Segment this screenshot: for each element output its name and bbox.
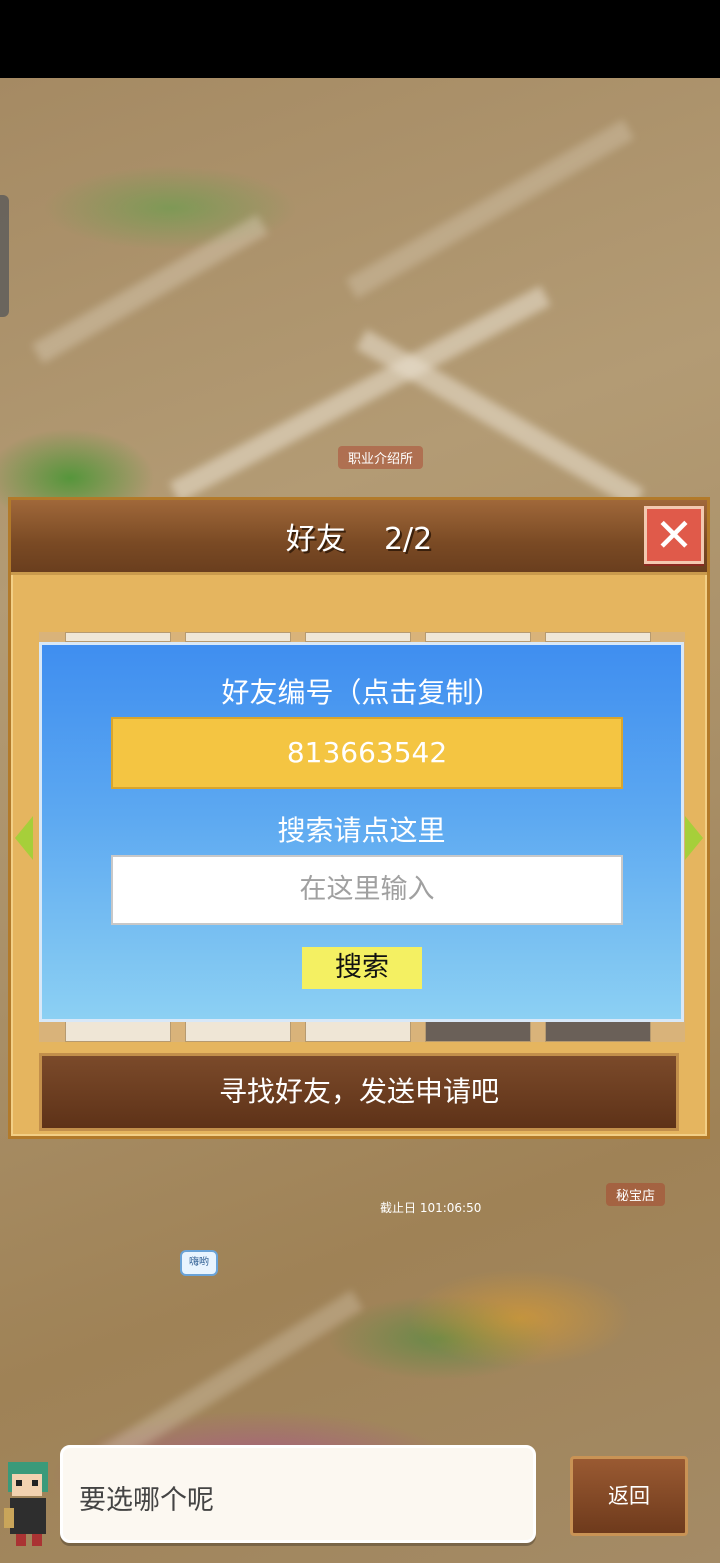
character-avatar: [4, 1462, 48, 1546]
friend-code-label: 好友编号（点击复制）: [221, 676, 502, 709]
search-button[interactable]: 搜索: [302, 947, 422, 989]
friend-slot[interactable]: [545, 632, 651, 642]
friend-slot[interactable]: [185, 632, 291, 642]
friend-slot[interactable]: [185, 1020, 291, 1042]
friend-code-card: 好友编号（点击复制） 813663542 搜索请点这里 在这里输入 搜索: [39, 642, 684, 1022]
dialog-box: 要选哪个呢: [60, 1445, 536, 1543]
map-path: [96, 1290, 364, 1468]
prev-page-arrow-icon[interactable]: [15, 816, 33, 860]
panel-title: 好友 2/2: [11, 514, 707, 558]
side-drawer-handle[interactable]: [0, 195, 9, 317]
friend-code-copy-field[interactable]: 813663542: [111, 717, 623, 789]
friend-slot-empty: [545, 1020, 651, 1042]
friend-slot[interactable]: [425, 632, 531, 642]
map-path: [355, 329, 645, 509]
panel-header: 好友 2/2 ✕: [11, 500, 707, 575]
find-friends-button[interactable]: 寻找好友，发送申请吧: [39, 1053, 679, 1131]
map-path: [169, 285, 551, 503]
back-button[interactable]: 返回: [570, 1456, 688, 1536]
friend-slot[interactable]: [65, 1020, 171, 1042]
friend-count: 2/2: [383, 522, 433, 557]
npc-speech-bubble: 嗨哟: [180, 1250, 218, 1276]
map-label-treasure-shop[interactable]: 秘宝店: [606, 1183, 666, 1206]
dialog-text: 要选哪个呢: [79, 1485, 214, 1516]
friend-slot[interactable]: [305, 1020, 411, 1042]
panel-title-label: 好友: [285, 522, 346, 557]
friend-slot[interactable]: [65, 632, 171, 642]
status-bar: [0, 0, 720, 78]
next-page-arrow-icon[interactable]: [685, 816, 703, 860]
map-path: [31, 214, 269, 364]
close-button[interactable]: ✕: [644, 506, 704, 564]
search-label: 搜索请点这里: [277, 814, 446, 847]
search-input[interactable]: 在这里输入: [111, 855, 623, 925]
close-x-icon: ✕: [654, 508, 694, 562]
map-path: [345, 119, 635, 299]
friend-slot[interactable]: [305, 632, 411, 642]
friends-panel: 好友 2/2 ✕ 好友编号（点击复制） 813663542 搜索请点这里 在这里…: [8, 497, 710, 1139]
map-label-deadline: 截止日 101:06:50: [380, 1201, 482, 1215]
map-label-job-agency[interactable]: 职业介绍所: [338, 446, 424, 469]
friend-slot-empty: [425, 1020, 531, 1042]
